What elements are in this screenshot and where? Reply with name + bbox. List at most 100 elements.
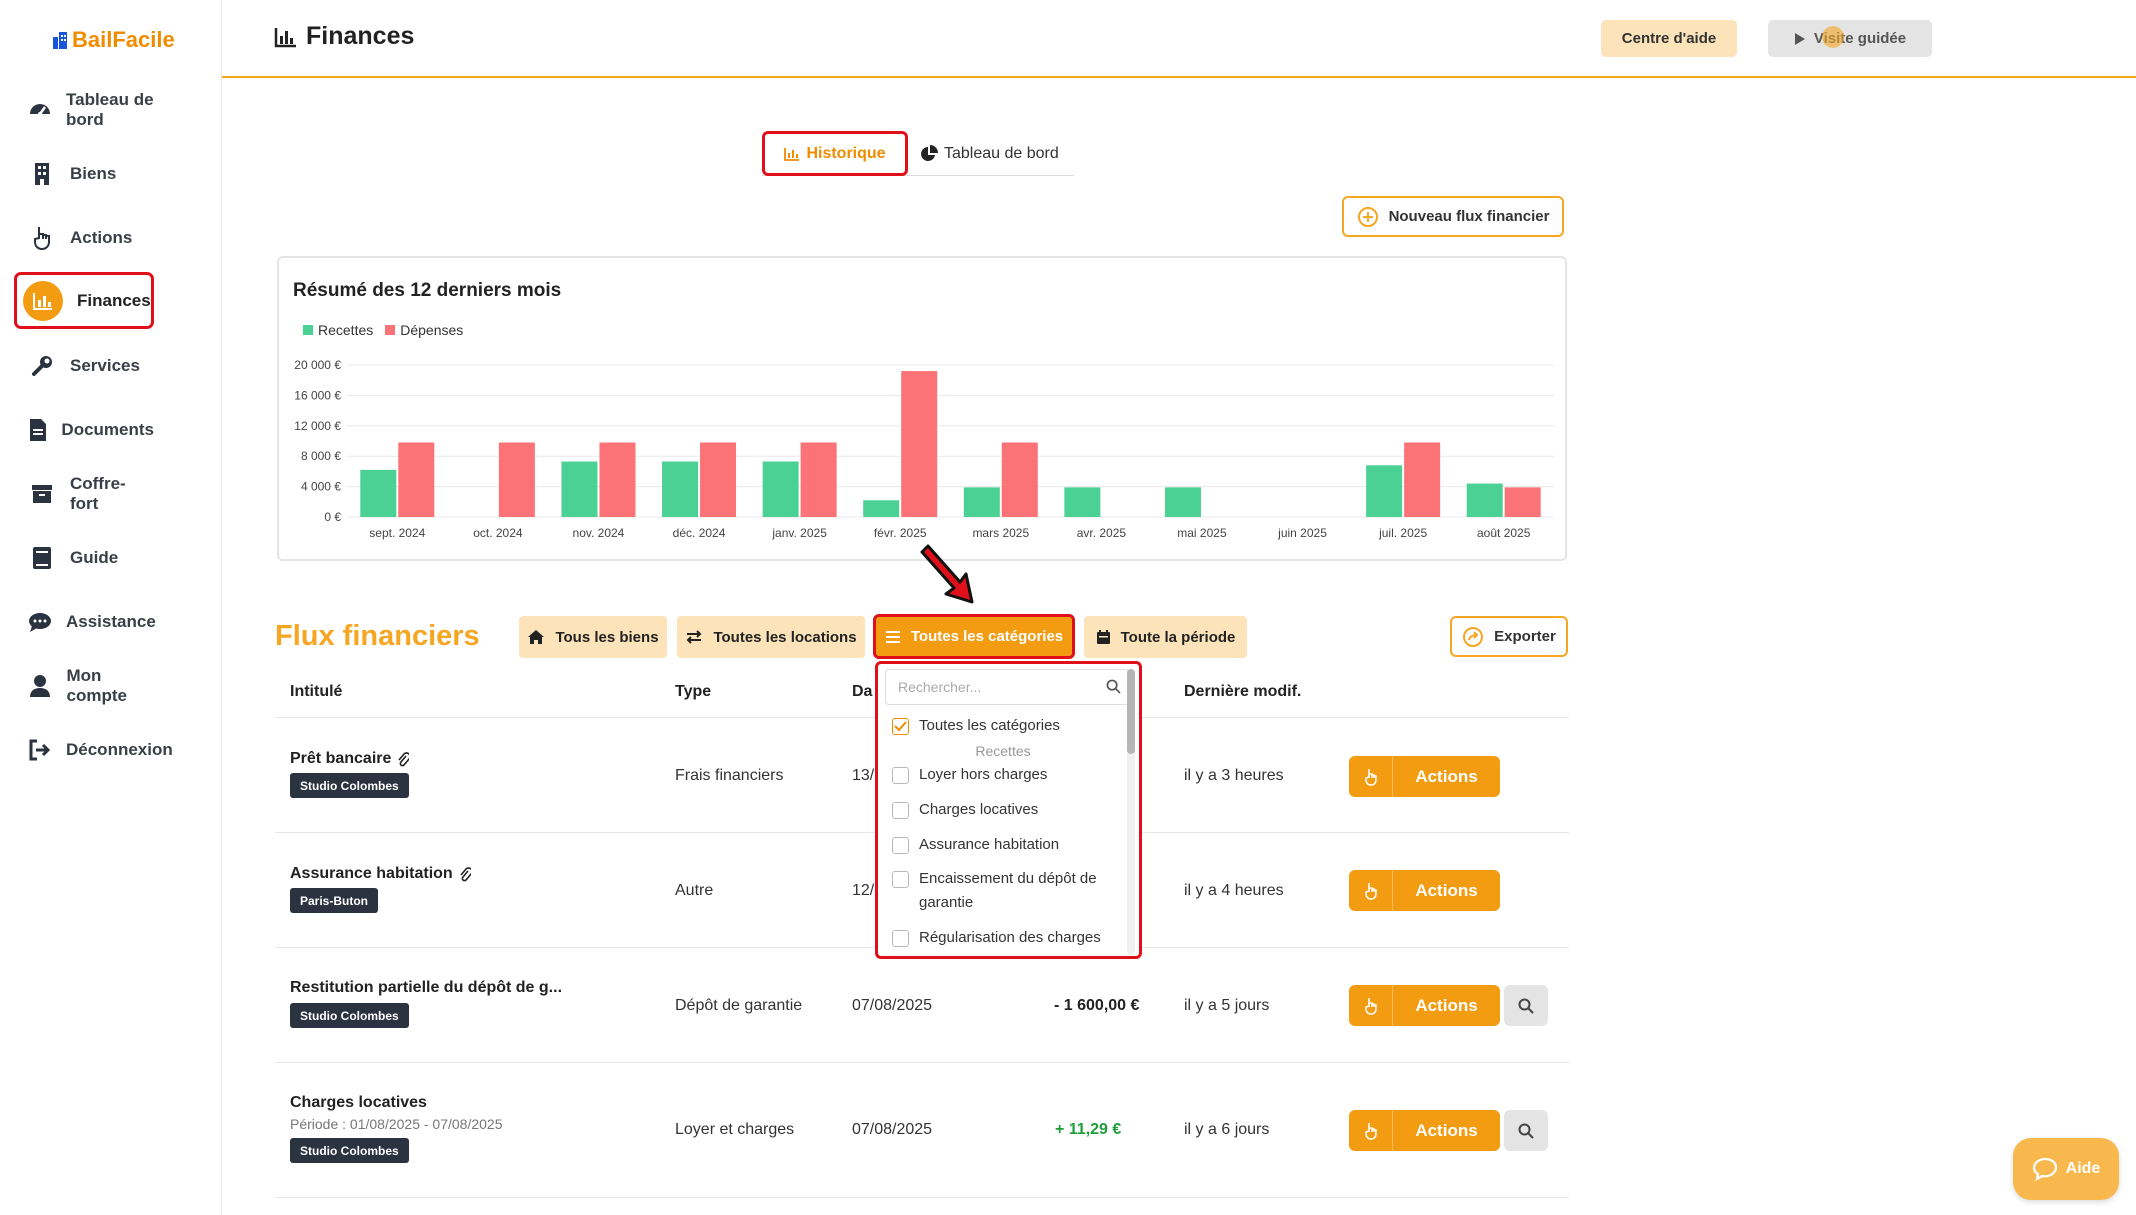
row-actions-button[interactable]: Actions [1349,1110,1500,1151]
bar-recettes [863,500,900,517]
y-tick-label: 12 000 € [294,419,341,433]
dashboard-icon [28,96,52,124]
filter-rentals-button[interactable]: Toutes les locations [677,616,865,658]
chat-bubble-icon [2032,1157,2057,1181]
column-header-type[interactable]: Type [675,683,711,701]
bar-recettes [360,469,397,517]
exchange-icon [687,630,702,644]
checkbox-checked-icon[interactable] [892,718,909,735]
x-tick-label: déc. 2024 [673,526,726,540]
sidebar-item-label: Mon compte [66,666,127,705]
checkbox-icon[interactable] [892,802,909,819]
logout-icon [28,736,52,764]
export-button[interactable]: Exporter [1450,616,1568,657]
app-name: BailFacile [72,27,175,52]
x-tick-label: oct. 2024 [473,526,523,540]
row-title[interactable]: Prêt bancaire [290,750,410,768]
x-tick-label: mai 2025 [1177,526,1227,540]
export-label: Exporter [1494,628,1556,645]
sidebar-item-deconnexion[interactable]: Déconnexion [14,722,173,778]
tab-historique[interactable]: Historique [762,131,908,176]
paperclip-icon [460,867,471,882]
bar-recettes [1466,483,1503,517]
list-icon [885,630,900,643]
bar-depenses [1001,442,1038,517]
property-tag: Paris-Buton [290,888,379,913]
sidebar-item-actions[interactable]: Actions [14,210,154,266]
tab-tableau-de-bord[interactable]: Tableau de bord [920,131,1070,176]
chart-icon [274,27,296,47]
new-financial-flow-button[interactable]: Nouveau flux financier [1342,196,1564,237]
sidebar-item-biens[interactable]: Biens [14,146,154,202]
sidebar-item-finances[interactable]: Finances [14,272,154,329]
checkbox-icon[interactable] [892,837,909,854]
x-tick-label: févr. 2025 [874,526,927,540]
option-label: Régularisation des charges [919,929,1101,946]
row-title[interactable]: Restitution partielle du dépôt de g... [290,979,562,997]
checkbox-icon[interactable] [892,871,909,888]
wrench-icon [28,352,56,380]
category-search-input[interactable]: Rechercher... [885,669,1130,705]
row-amount: - 1 600,00 € [1054,997,1140,1014]
filter-period-button[interactable]: Toute la période [1084,616,1247,658]
row-actions-button[interactable]: Actions [1349,756,1500,797]
row-actions-button[interactable]: Actions [1349,985,1500,1026]
column-header-date[interactable]: Da [852,683,872,701]
chart-card: Résumé des 12 derniers mois Recettes Dép… [277,256,1567,561]
tab-label: Tableau de bord [944,144,1059,162]
dropdown-scrollbar-thumb[interactable] [1127,669,1135,754]
x-tick-label: nov. 2024 [573,526,625,540]
file-icon [28,416,47,444]
property-tag: Studio Colombes [290,1138,409,1163]
category-option[interactable]: Charges locatives [892,798,1112,822]
option-label: Charges locatives [919,801,1039,818]
sidebar-item-label: Biens [70,164,117,183]
sidebar-item-tableau-de-bord[interactable]: Tableau de bord [14,82,154,138]
column-header-modif[interactable]: Dernière modif. [1184,683,1301,701]
row-actions-button[interactable]: Actions [1349,870,1500,911]
help-chat-button[interactable]: Aide [2013,1138,2119,1200]
app-logo[interactable]: BailFacile [52,27,175,53]
search-icon [1518,998,1534,1014]
sidebar-item-services[interactable]: Services [14,338,154,394]
filter-properties-button[interactable]: Tous les biens [519,616,667,658]
sidebar-item-coffre-fort[interactable]: Coffre-fort [14,466,154,522]
row-type: Loyer et charges [675,1121,795,1138]
sidebar-item-documents[interactable]: Documents [14,402,154,458]
category-option[interactable]: Loyer hors charges [892,763,1112,787]
help-center-button[interactable]: Centre d'aide [1601,20,1737,57]
category-option-all[interactable]: Toutes les catégories [892,714,1112,738]
bar-depenses [1504,487,1541,517]
row-title[interactable]: Charges locatives [290,1094,427,1112]
flux-section-title: Flux financiers [275,620,480,652]
hand-pointer-icon [1349,985,1393,1026]
tab-label: Historique [806,144,886,162]
row-amount: + 11,29 € [1055,1121,1122,1138]
category-option[interactable]: Encaissement du dépôt de garantie [892,867,1112,915]
x-tick-label: juin 2025 [1277,526,1327,540]
category-option[interactable]: Régularisation des charges [892,926,1112,950]
option-label: Toutes les catégories [919,717,1060,734]
new-flux-label: Nouveau flux financier [1388,208,1550,225]
checkbox-icon[interactable] [892,767,909,784]
filter-categories-button[interactable]: Toutes les catégories [873,614,1075,659]
y-tick-label: 4 000 € [301,480,341,494]
category-group-label: Recettes [975,743,1031,759]
y-tick-label: 0 € [324,510,341,524]
column-header-intitule[interactable]: Intitulé [290,683,342,701]
sidebar-item-guide[interactable]: Guide [14,530,154,586]
checkbox-icon[interactable] [892,930,909,947]
aide-label: Aide [2065,1160,2101,1177]
sidebar-item-mon-compte[interactable]: Mon compte [14,658,154,714]
category-option[interactable]: Assurance habitation [892,833,1112,857]
guided-tour-button[interactable]: Visite guidée [1768,20,1932,57]
row-title[interactable]: Assurance habitation [290,865,471,883]
categories-dropdown: Rechercher... Toutes les catégories Rece… [875,661,1142,959]
row-view-button[interactable] [1504,985,1548,1026]
bar-recettes [561,461,598,517]
table-divider [275,1197,1569,1198]
sidebar-item-assistance[interactable]: Assistance [14,594,156,650]
row-view-button[interactable] [1504,1110,1548,1151]
sidebar-item-label: Documents [61,420,154,439]
bar-depenses [800,442,837,517]
